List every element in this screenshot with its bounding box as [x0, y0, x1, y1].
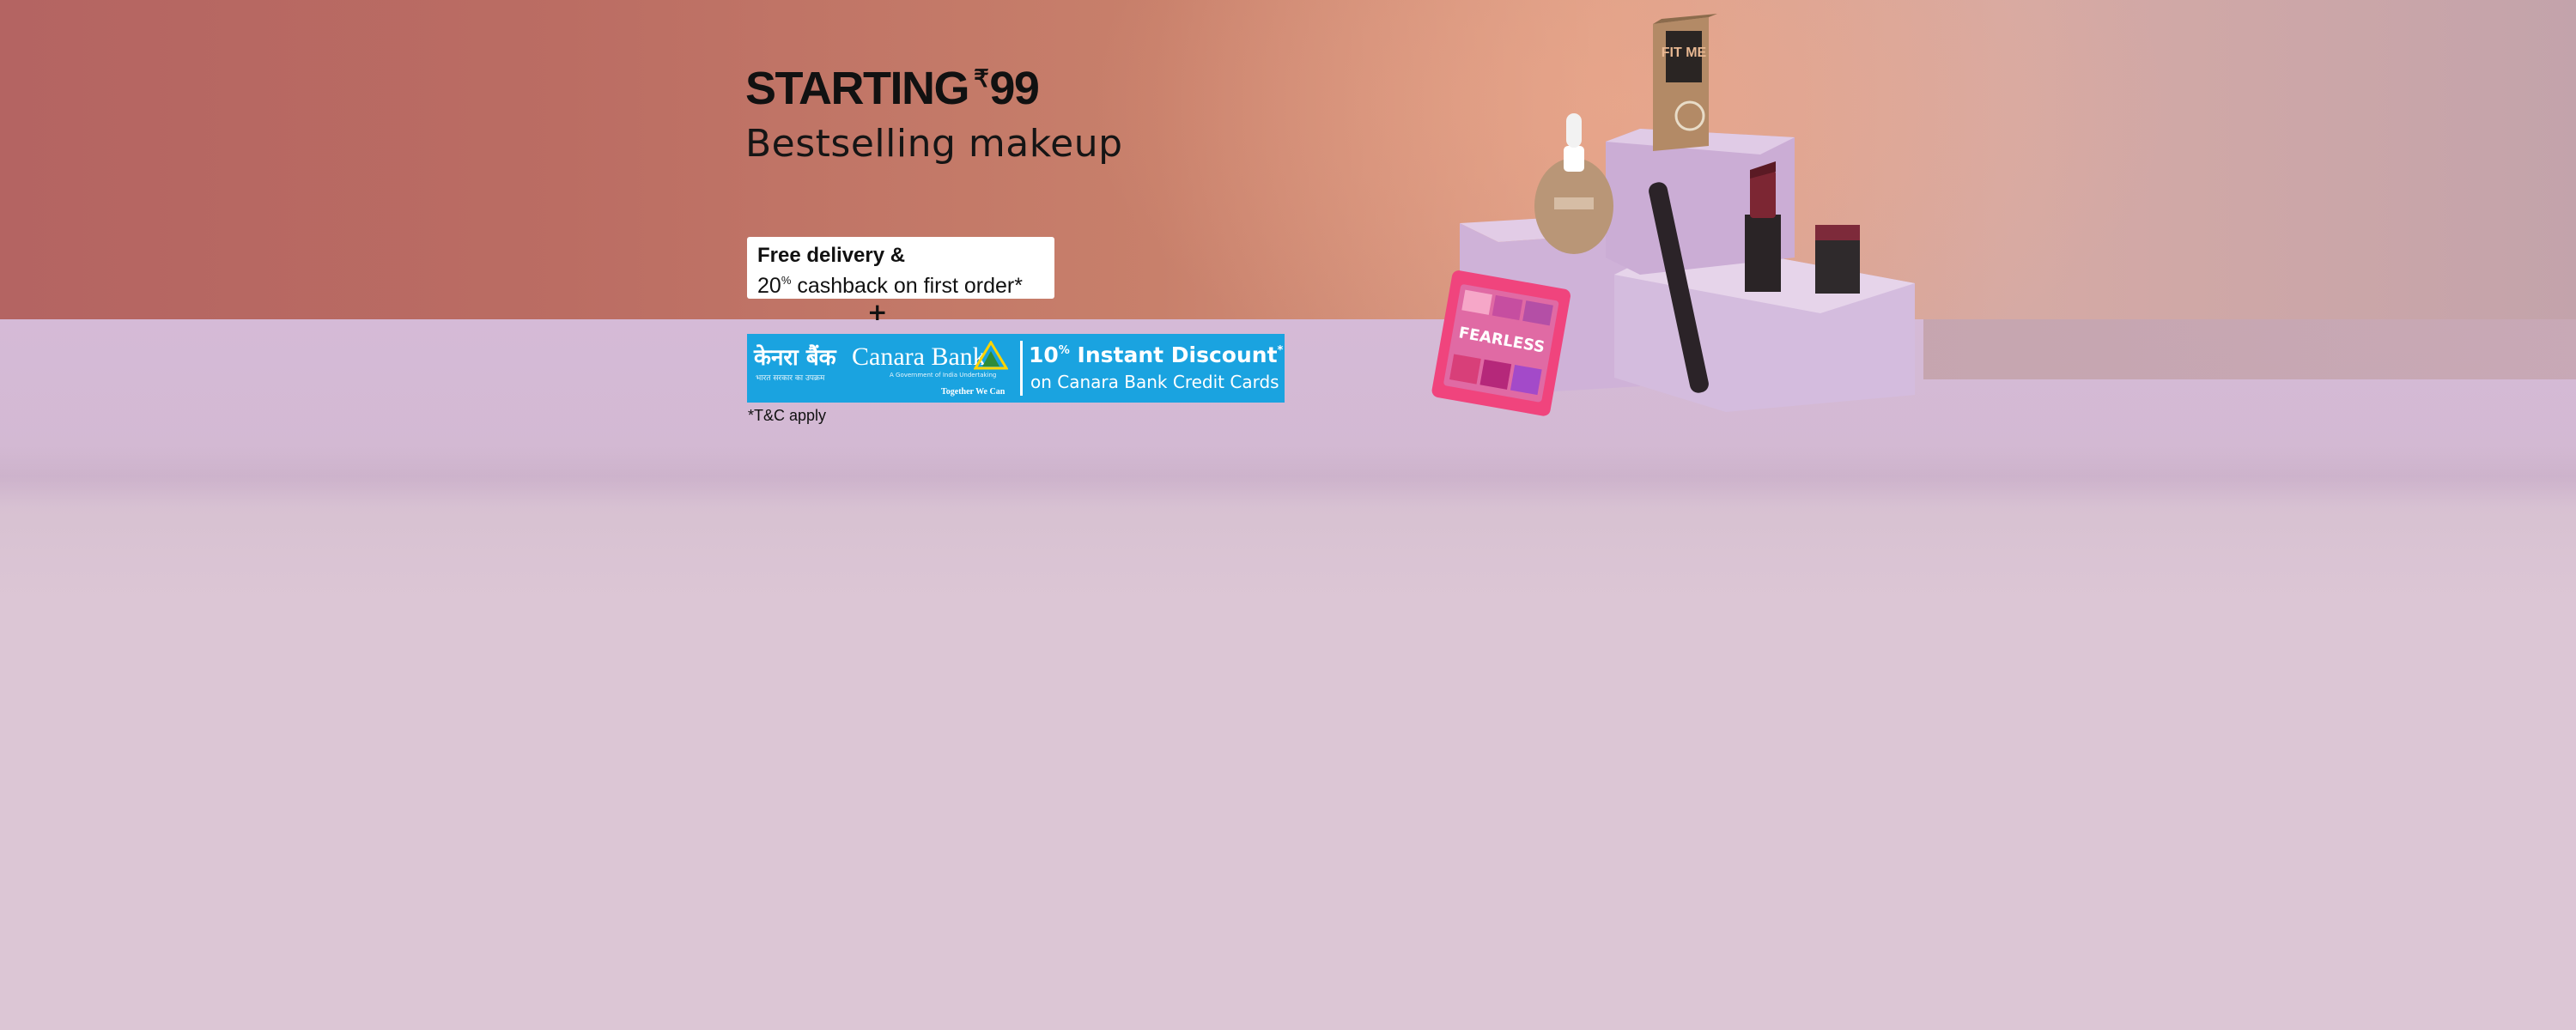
discount-headline: 10% Instant Discount* [1029, 342, 1283, 367]
plus-separator: + [867, 298, 888, 326]
foundation-bottle-icon [1534, 113, 1613, 254]
offer-line-2: 20% cashback on first order* [757, 268, 1044, 299]
bank-offer-banner[interactable]: केनरा बैंक भारत सरकार का उपक्रम Canara B… [747, 334, 1285, 403]
subheadline: Bestselling makeup [745, 122, 1123, 166]
lipstick-icon [1745, 161, 1781, 292]
canara-bank-logo-icon [974, 341, 1008, 370]
bank-divider [1020, 341, 1023, 396]
headline-prefix: STARTING [745, 63, 969, 114]
headline: STARTING ₹99 [745, 63, 1040, 114]
cashback-text: cashback on first order* [791, 274, 1023, 298]
terms-disclaimer: *T&C apply [748, 407, 827, 424]
offer-line-1: Free delivery & [757, 244, 906, 267]
background-floor [0, 319, 2576, 1030]
makeup-products-image[interactable]: FIT ME FEARLESS [1357, 0, 1975, 446]
headline-price: 99 [989, 63, 1040, 114]
discount-subline: on Canara Bank Credit Cards [1030, 372, 1279, 392]
discount-text: Instant Discount [1069, 342, 1278, 367]
fit-me-box-icon: FIT ME [1653, 14, 1717, 151]
cashback-percent: % [781, 274, 792, 287]
bank-name-hindi: केनरा बैंक [754, 345, 836, 371]
cashback-number: 20 [757, 274, 781, 298]
hero-banner[interactable]: STARTING ₹99 Bestselling makeup Free deli… [0, 0, 2576, 1030]
discount-percent: % [1058, 344, 1070, 357]
bank-tagline: Together We Can [941, 387, 1005, 397]
discount-mark: * [1277, 344, 1284, 357]
bank-name: Canara Bank [852, 342, 986, 371]
bank-hindi-subline: भारत सरकार का उपक्रम [756, 374, 825, 383]
currency-symbol: ₹ [973, 65, 989, 92]
delivery-offer-box: Free delivery & 20% cashback on first or… [747, 237, 1054, 299]
eyeshadow-palette-icon: FEARLESS [1431, 270, 1571, 416]
background-floor-edge [1923, 319, 2576, 379]
background-floor-shadow [0, 446, 2576, 506]
box-label: FIT ME [1662, 45, 1707, 60]
small-lipstick-box-icon [1815, 225, 1860, 294]
bank-govt-line: A Government of India Undertaking [890, 372, 997, 379]
discount-number: 10 [1029, 342, 1059, 367]
